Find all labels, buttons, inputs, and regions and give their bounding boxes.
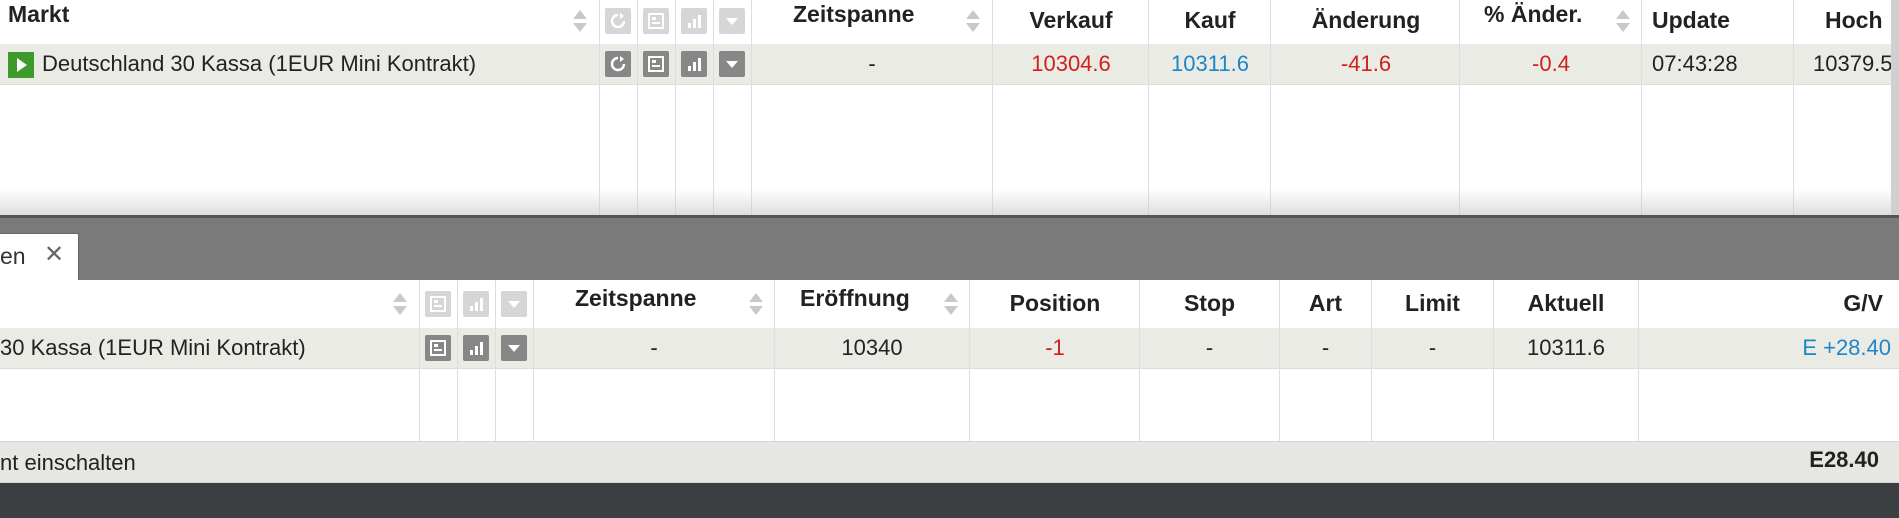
chart-icon[interactable] bbox=[681, 51, 707, 77]
header-pct-change[interactable]: % Änder. bbox=[1484, 0, 1582, 38]
position-stop[interactable]: - bbox=[1140, 328, 1279, 368]
position-market[interactable]: 30 Kassa (1EUR Mini Kontrakt) bbox=[0, 328, 306, 368]
market-change: -41.6 bbox=[1340, 51, 1392, 76]
close-icon[interactable]: ✕ bbox=[44, 240, 64, 269]
chart-icon[interactable] bbox=[463, 335, 489, 361]
position-type: - bbox=[1321, 335, 1330, 360]
info-sheet-icon[interactable] bbox=[643, 8, 669, 34]
status-bar bbox=[0, 483, 1899, 518]
market-buy[interactable]: 10311.6 bbox=[1150, 44, 1270, 84]
market-update: 07:43:28 bbox=[1652, 51, 1738, 76]
header-pnl[interactable]: G/V bbox=[1843, 283, 1883, 327]
position-pnl: E +28.40 bbox=[1802, 335, 1891, 360]
footer-toggle-text[interactable]: nt einschalten bbox=[0, 443, 136, 483]
market-high: 10379.5 bbox=[1813, 51, 1893, 76]
footer-total: E28.40 bbox=[1809, 447, 1879, 472]
header-market[interactable]: Markt bbox=[8, 0, 69, 38]
info-sheet-icon[interactable] bbox=[425, 335, 451, 361]
position-opening: 10340 bbox=[841, 335, 903, 360]
tab-label[interactable]: en bbox=[0, 243, 26, 270]
sort-icon[interactable] bbox=[749, 291, 763, 317]
header-high[interactable]: Hoch bbox=[1825, 0, 1883, 44]
sort-icon[interactable] bbox=[393, 291, 407, 317]
dropdown-icon[interactable] bbox=[719, 51, 745, 77]
position-current: 10311.6 bbox=[1527, 335, 1605, 360]
refresh-icon[interactable] bbox=[605, 8, 631, 34]
sort-icon[interactable] bbox=[1616, 8, 1630, 34]
scrollbar[interactable] bbox=[1891, 0, 1899, 225]
position-size[interactable]: -1 bbox=[970, 328, 1140, 368]
market-pct-change: -0.4 bbox=[1532, 51, 1570, 76]
position-limit[interactable]: - bbox=[1372, 328, 1493, 368]
sort-icon[interactable] bbox=[573, 8, 587, 34]
header-buy[interactable]: Kauf bbox=[1150, 0, 1270, 44]
dropdown-icon[interactable] bbox=[501, 291, 527, 317]
market-row[interactable]: Deutschland 30 Kassa (1EUR Mini Kontrakt… bbox=[0, 44, 1899, 85]
info-sheet-icon[interactable] bbox=[643, 51, 669, 77]
positions-footer: nt einschalten E28.40 bbox=[0, 441, 1899, 483]
header-change[interactable]: Änderung bbox=[1272, 0, 1460, 44]
play-icon[interactable] bbox=[8, 52, 34, 78]
dropdown-icon[interactable] bbox=[501, 335, 527, 361]
header-sell[interactable]: Verkauf bbox=[993, 0, 1149, 44]
position-timespan: - bbox=[650, 335, 658, 360]
header-timespan[interactable]: Zeitspanne bbox=[575, 280, 696, 322]
market-timespan: - bbox=[868, 51, 876, 76]
market-name[interactable]: Deutschland 30 Kassa (1EUR Mini Kontrakt… bbox=[42, 44, 476, 84]
chart-icon[interactable] bbox=[463, 291, 489, 317]
header-type[interactable]: Art bbox=[1280, 283, 1371, 327]
dropdown-icon[interactable] bbox=[719, 8, 745, 34]
markets-header-row: Markt Zeitspanne Verkauf Kauf Änderung %… bbox=[0, 0, 1899, 45]
refresh-icon[interactable] bbox=[605, 51, 631, 77]
header-opening[interactable]: Eröffnung bbox=[800, 280, 910, 322]
header-timespan[interactable]: Zeitspanne bbox=[793, 0, 914, 38]
header-update[interactable]: Update bbox=[1652, 0, 1730, 44]
positions-panel: Zeitspanne Eröffnung Position Stop Art L… bbox=[0, 280, 1899, 441]
info-sheet-icon[interactable] bbox=[425, 291, 451, 317]
chart-icon[interactable] bbox=[681, 8, 707, 34]
header-current[interactable]: Aktuell bbox=[1494, 283, 1638, 327]
market-sell[interactable]: 10304.6 bbox=[993, 44, 1149, 84]
sort-icon[interactable] bbox=[966, 8, 980, 34]
header-stop[interactable]: Stop bbox=[1140, 283, 1279, 327]
header-position[interactable]: Position bbox=[970, 283, 1140, 327]
sort-icon[interactable] bbox=[944, 291, 958, 317]
header-limit[interactable]: Limit bbox=[1372, 283, 1493, 327]
positions-tab[interactable]: en ✕ bbox=[0, 233, 79, 282]
panel-tab-bar: en ✕ bbox=[0, 215, 1899, 283]
markets-panel: Markt Zeitspanne Verkauf Kauf Änderung %… bbox=[0, 0, 1899, 215]
positions-header-row: Zeitspanne Eröffnung Position Stop Art L… bbox=[0, 280, 1899, 329]
position-row[interactable]: 30 Kassa (1EUR Mini Kontrakt) - 10340 -1… bbox=[0, 328, 1899, 369]
